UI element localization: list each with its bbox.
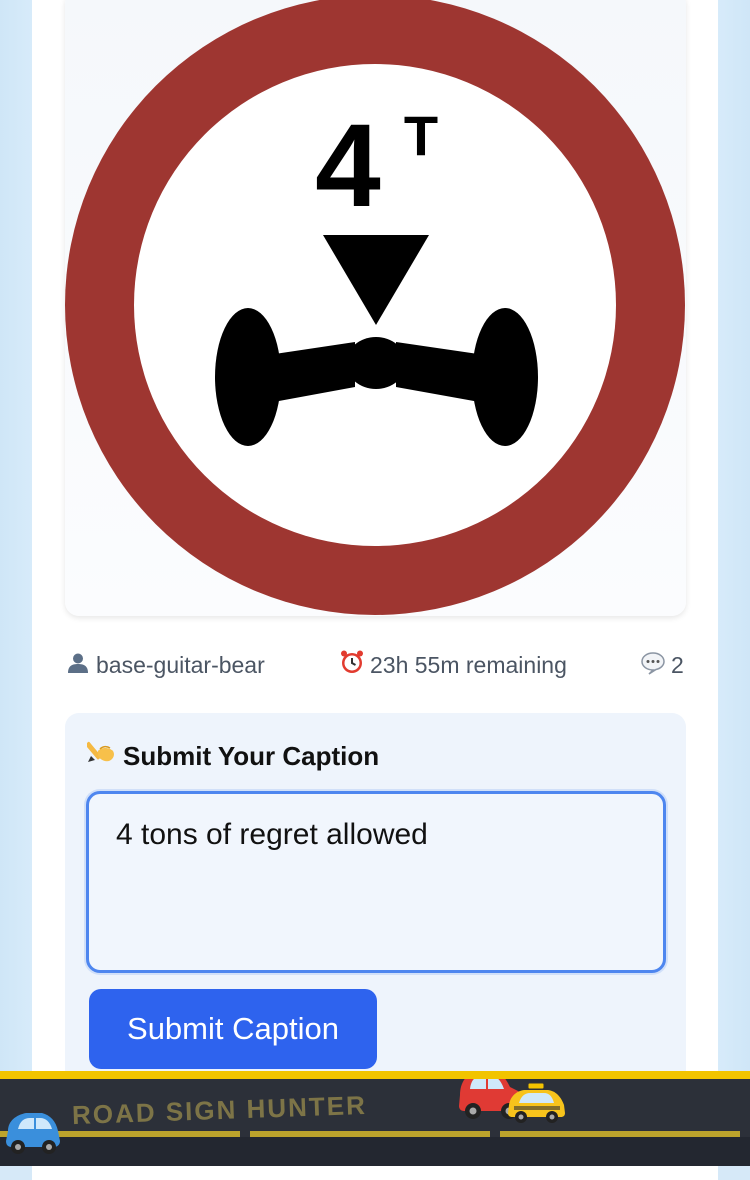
caption-input[interactable]: 4 tons of regret allowed	[86, 791, 666, 973]
sign-weight-unit: T	[404, 104, 438, 167]
footer-road-banner: ROAD SIGN HUNTER	[0, 1071, 750, 1166]
post-meta: base-guitar-bear 23h 55m remaining 2	[65, 647, 690, 683]
brand-logo-text: ROAD SIGN HUNTER	[71, 1089, 368, 1131]
speech-bubble-icon	[640, 649, 666, 685]
alarm-clock-icon	[339, 649, 365, 685]
time-remaining-text: 23h 55m remaining	[370, 652, 567, 678]
time-remaining: 23h 55m remaining	[339, 647, 567, 683]
sign-image[interactable]: 4 T	[65, 0, 686, 616]
author-username[interactable]: base-guitar-bear	[96, 652, 265, 678]
author-info[interactable]: base-guitar-bear	[65, 647, 265, 683]
caption-form-title-text: Submit Your Caption	[123, 741, 380, 771]
writing-hand-icon	[85, 737, 119, 772]
blue-car-icon	[6, 1113, 60, 1154]
comment-count-value: 2	[671, 652, 684, 678]
caption-form: Submit Your Caption 4 tons of regret all…	[65, 713, 686, 1093]
sign-weight-number: 4	[315, 100, 381, 232]
user-icon	[65, 649, 91, 685]
caption-form-title: Submit Your Caption	[85, 737, 380, 772]
weight-limit-sign: 4 T	[65, 0, 685, 615]
comment-count[interactable]: 2	[640, 647, 684, 683]
taxi-icon	[508, 1082, 565, 1123]
submit-caption-button[interactable]: Submit Caption	[89, 989, 377, 1069]
road-lower-lane	[0, 1137, 750, 1166]
